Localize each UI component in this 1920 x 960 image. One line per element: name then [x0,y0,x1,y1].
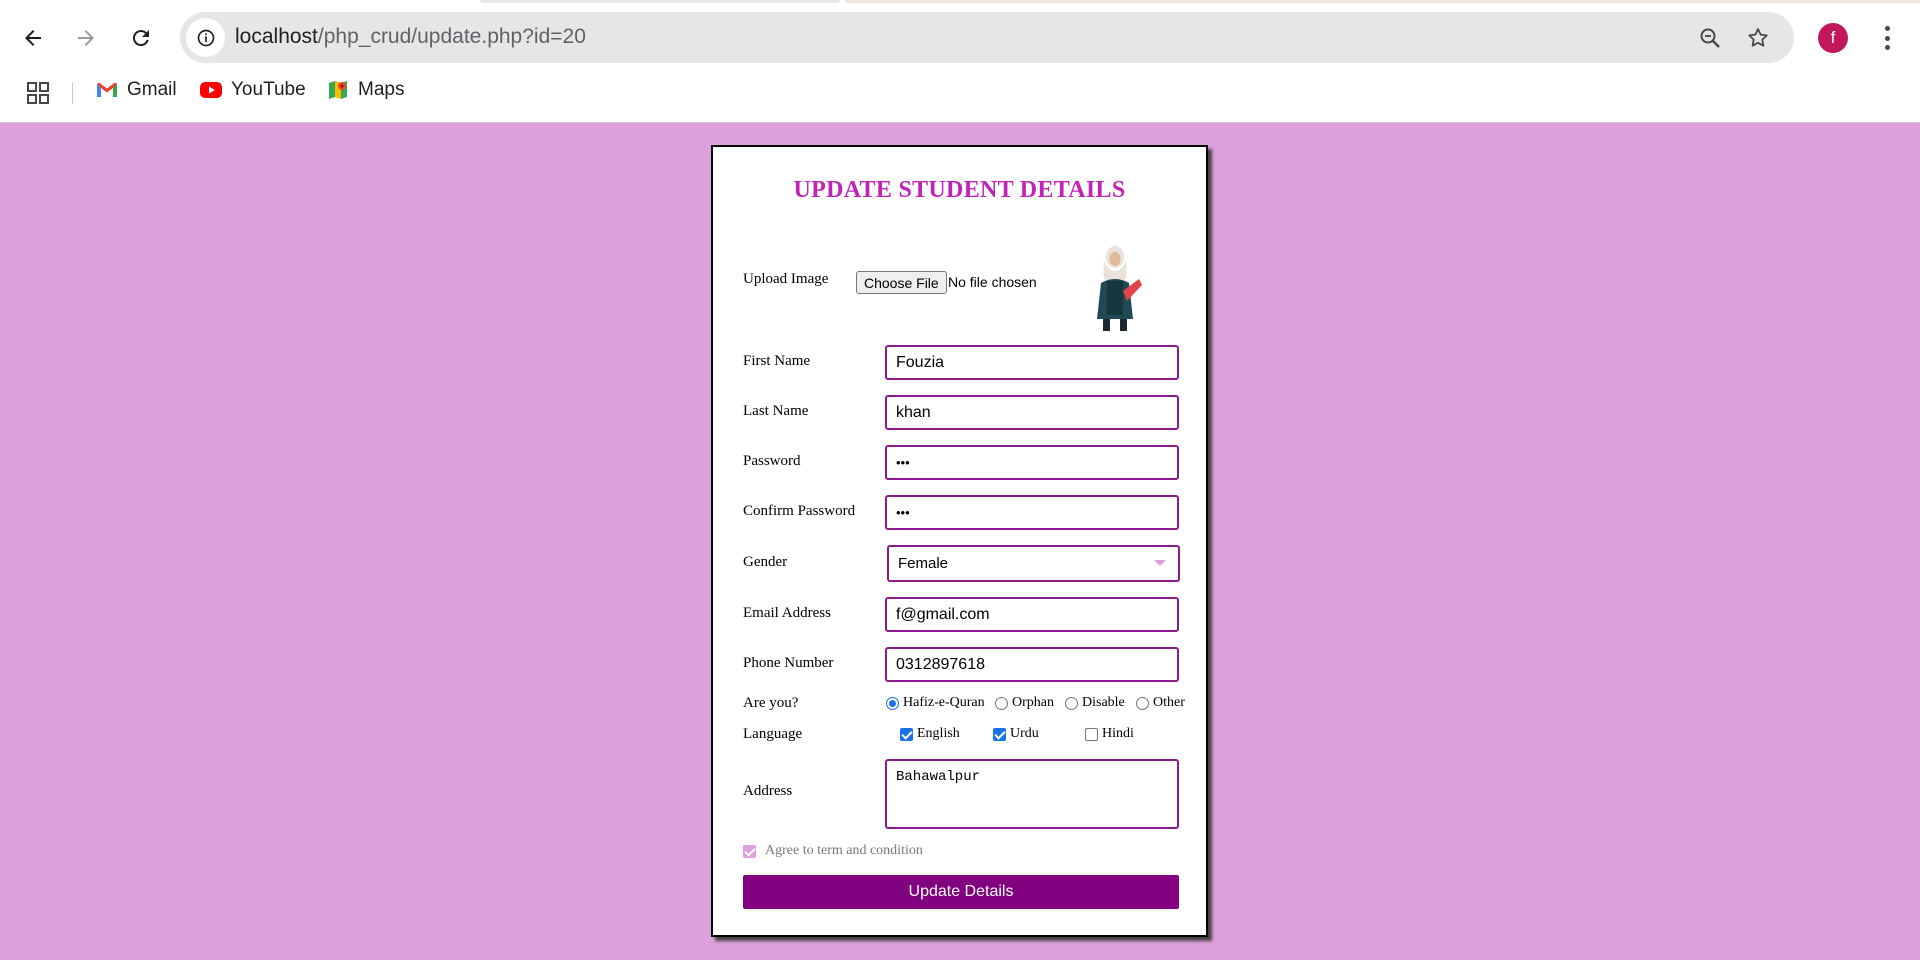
bookmarks-bar: Gmail YouTube Maps [0,76,1920,110]
password-input[interactable]: ••• [885,445,1179,480]
language-label: Language [743,726,803,742]
site-info-icon[interactable] [186,18,225,57]
radio-button[interactable] [1065,696,1078,710]
tab-strip [480,0,840,3]
checkbox-urdu[interactable]: Urdu [993,726,1039,742]
tab-strip-right [845,0,1920,3]
gender-value: Female [898,555,949,572]
confirm-password-mask: ••• [896,505,910,520]
checkbox[interactable] [993,727,1006,741]
radio-label: Orphan [1012,695,1054,710]
radio-other[interactable]: Other [1136,695,1185,711]
email-label: Email Address [743,605,831,621]
radio-button[interactable] [886,696,899,710]
agree-label: Agree to term and condition [765,843,923,858]
update-details-button[interactable]: Update Details [743,875,1179,909]
checkbox-label: Urdu [1010,726,1039,741]
bookmark-youtube[interactable]: YouTube [199,78,306,102]
browser-menu-icon[interactable] [1874,22,1900,54]
update-student-form: UPDATE STUDENT DETAILS Upload Image Choo… [711,145,1208,937]
bookmark-gmail[interactable]: Gmail [95,78,177,102]
zoom-icon[interactable] [1696,24,1724,52]
confirm-password-input[interactable]: ••• [885,495,1179,530]
checkbox-label: English [917,726,960,741]
phone-input[interactable]: 0312897618 [885,647,1179,682]
gmail-icon [97,82,117,97]
choose-file-button[interactable]: Choose File [856,271,947,294]
apps-grid-icon[interactable] [27,82,49,104]
agree-terms[interactable]: Agree to term and condition [743,843,923,859]
bookmark-label: Gmail [127,79,177,100]
arrow-left-icon [25,30,41,46]
reload-icon [132,30,149,47]
radio-label: Other [1153,695,1185,710]
radio-orphan[interactable]: Orphan [995,695,1054,711]
last-name-input[interactable]: khan [885,395,1179,430]
bookmark-label: YouTube [231,79,306,100]
reload-button[interactable] [121,18,161,58]
upload-image-label: Upload Image [743,271,829,287]
radio-label: Hafiz-e-Quran [903,695,985,710]
radio-disable[interactable]: Disable [1065,695,1125,711]
agree-checkbox[interactable] [743,844,756,858]
address-bar[interactable]: localhost/php_crud/update.php?id=20 [180,12,1794,63]
checkbox-hindi[interactable]: Hindi [1085,726,1134,742]
url-path: /php_crud/update.php?id=20 [317,25,586,48]
are-you-label: Are you? [743,695,799,711]
url-host: localhost [235,25,318,48]
bookmark-label: Maps [358,79,405,100]
address-label: Address [743,783,793,799]
form-title: UPDATE STUDENT DETAILS [793,177,1126,203]
password-mask: ••• [896,455,910,470]
radio-button[interactable] [1136,696,1149,710]
radio-hafiz-e-quran[interactable]: Hafiz-e-Quran [886,695,985,711]
bookmarks-separator [72,82,73,104]
youtube-icon [200,82,222,98]
last-name-label: Last Name [743,403,809,419]
checkbox[interactable] [1085,727,1098,741]
email-input[interactable]: f@gmail.com [885,597,1179,632]
maps-icon [329,81,347,99]
gender-label: Gender [743,554,788,570]
url-text[interactable]: localhost/php_crud/update.php?id=20 [235,25,586,49]
bookmark-maps[interactable]: Maps [326,78,404,102]
back-button[interactable] [13,18,53,58]
confirm-password-label: Confirm Password [743,503,856,519]
browser-chrome: localhost/php_crud/update.php?id=20 f Gm… [0,0,1920,123]
forward-button[interactable] [66,18,106,58]
gender-select[interactable]: Female [887,545,1180,582]
student-photo [1097,246,1142,331]
phone-label: Phone Number [743,655,834,671]
address-textarea[interactable]: Bahawalpur [885,759,1179,829]
radio-label: Disable [1082,695,1125,710]
bookmark-star-icon[interactable] [1744,24,1772,52]
first-name-label: First Name [743,353,811,369]
checkbox-label: Hindi [1102,726,1134,741]
radio-button[interactable] [995,696,1008,710]
checkbox[interactable] [900,727,913,741]
profile-avatar[interactable]: f [1818,23,1848,53]
arrow-right-icon [78,30,94,46]
password-label: Password [743,453,801,469]
checkbox-english[interactable]: English [900,726,960,742]
first-name-input[interactable]: Fouzia [885,345,1179,380]
no-file-chosen-text: No file chosen [948,274,1037,290]
chevron-down-icon [1154,560,1166,566]
